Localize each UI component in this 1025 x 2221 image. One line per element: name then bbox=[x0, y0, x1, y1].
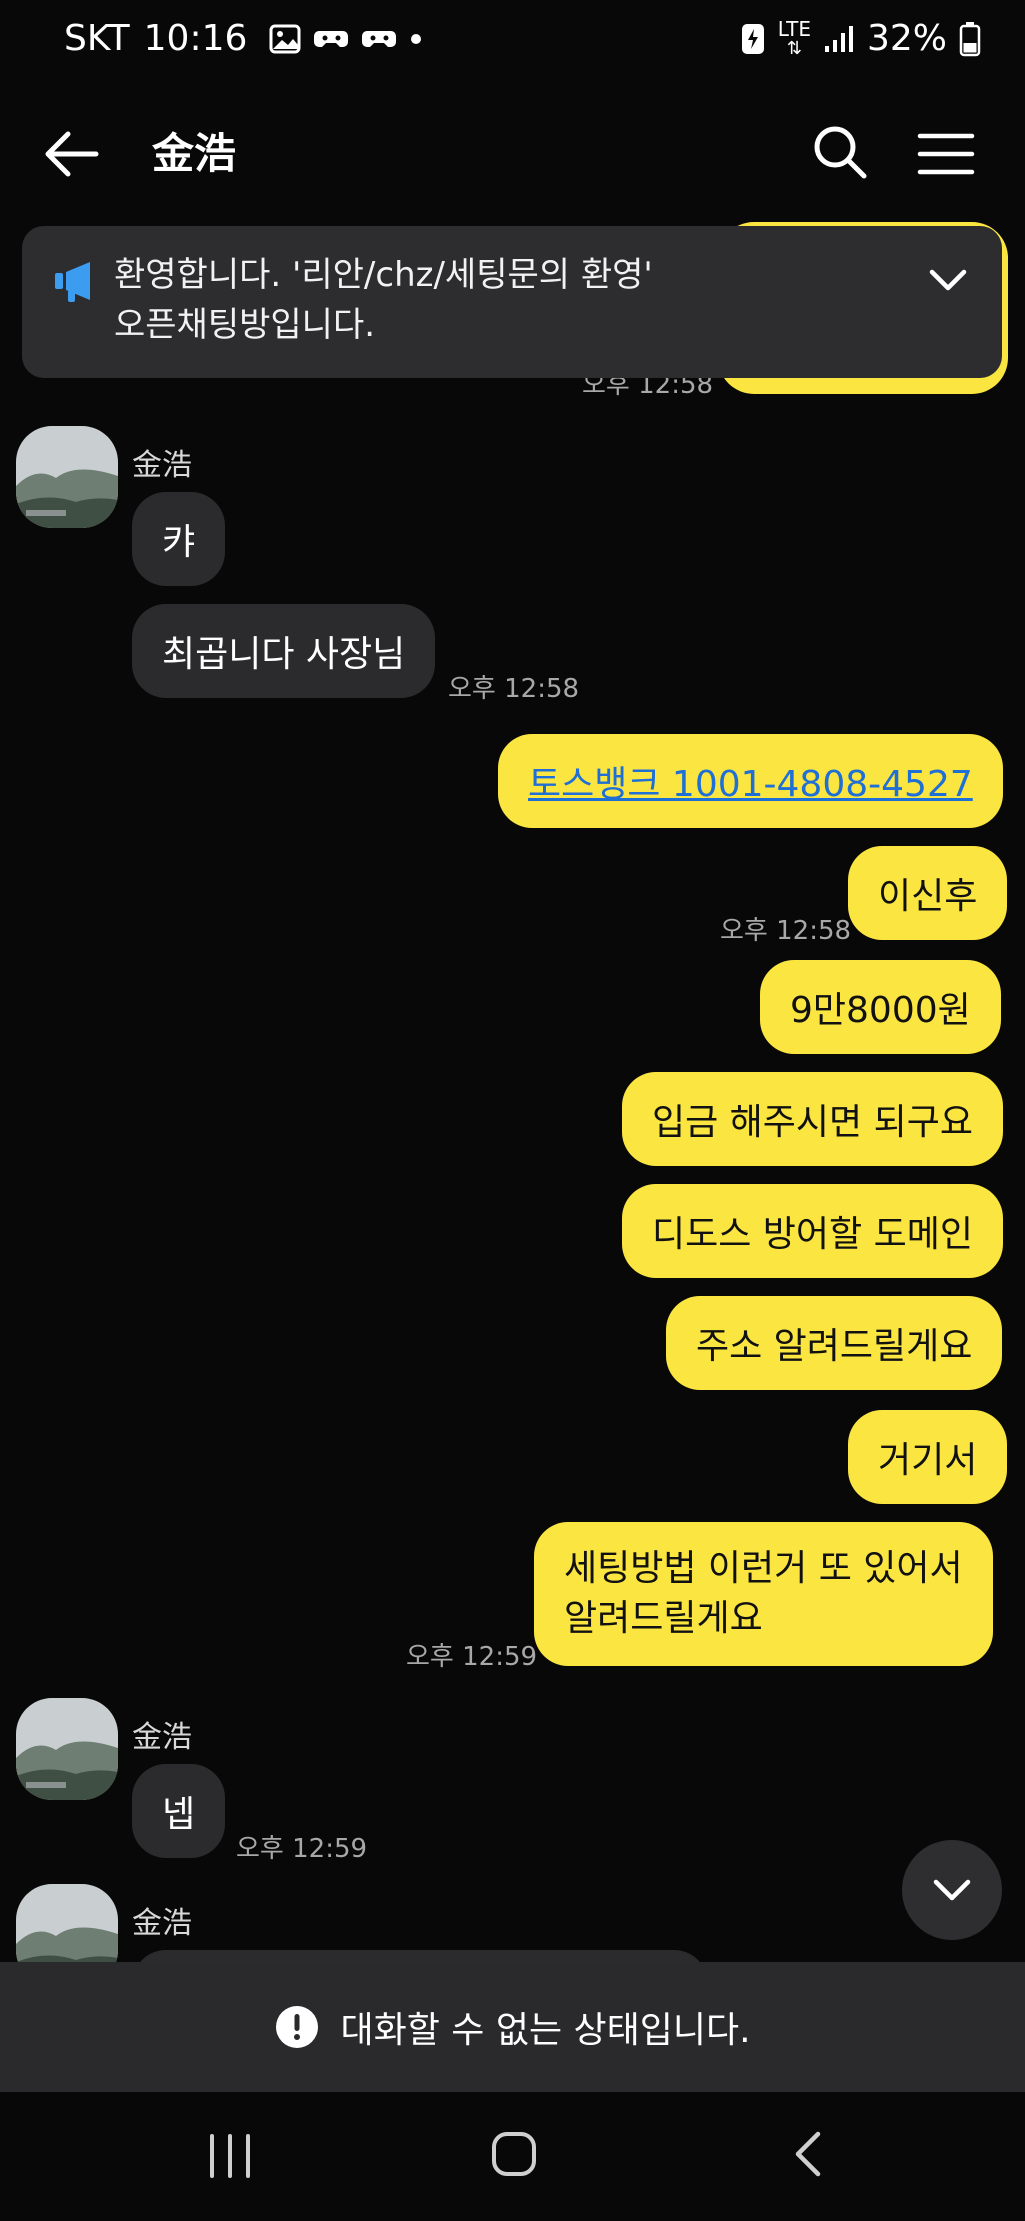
message-time: 오후 12:58 bbox=[448, 674, 580, 704]
message-lines: 세팅방법 이런거 또 있어서 알려드릴게요 bbox=[564, 1544, 963, 1644]
avatar[interactable] bbox=[16, 426, 118, 528]
avatar-mountain-image bbox=[16, 1884, 118, 1962]
home-icon bbox=[492, 2132, 536, 2176]
outgoing-message-multiline[interactable]: 세팅방법 이런거 또 있어서 알려드릴게요 bbox=[534, 1522, 993, 1666]
sender-name: 金浩 bbox=[132, 448, 192, 483]
chevron-down-icon bbox=[933, 1879, 971, 1901]
system-back-button[interactable] bbox=[780, 2124, 840, 2184]
outgoing-message[interactable]: 거기서 bbox=[848, 1410, 1008, 1504]
announcement-line: 오픈채팅방입니다. bbox=[114, 305, 376, 345]
incoming-message[interactable]: 캬 bbox=[132, 492, 226, 586]
home-button[interactable] bbox=[484, 2124, 544, 2184]
outgoing-message-link[interactable]: 토스뱅크 1001-4808-4527 bbox=[498, 734, 1003, 828]
account-number-link[interactable]: 토스뱅크 1001-4808-4527 bbox=[528, 755, 973, 807]
message-time: 오후 12:59 bbox=[236, 1834, 368, 1864]
message-line: 세팅방법 이런거 또 있어서 bbox=[564, 1548, 963, 1589]
avatar[interactable] bbox=[16, 1884, 118, 1962]
avatar-mountain-image bbox=[16, 426, 118, 528]
back-chevron-icon bbox=[795, 2131, 821, 2177]
outgoing-message[interactable]: 이신후 bbox=[848, 846, 1008, 940]
announcement-banner[interactable]: 환영합니다. '리안/chz/세팅문의 환영' 오픈채팅방입니다. bbox=[22, 226, 1002, 378]
incoming-message[interactable]: 최곱니다 사장님 bbox=[132, 604, 436, 698]
avatar-mountain-image bbox=[16, 1698, 118, 1800]
sender-name: 金浩 bbox=[132, 1720, 192, 1755]
outgoing-message[interactable]: 디도스 방어할 도메인 bbox=[622, 1184, 1003, 1278]
message-line: 알려드릴게요 bbox=[564, 1598, 763, 1639]
exclamation-icon bbox=[276, 2006, 319, 2048]
scroll-to-bottom-button[interactable] bbox=[902, 1840, 1002, 1940]
incoming-message-partial[interactable] bbox=[132, 1950, 708, 1962]
outgoing-message[interactable]: 9만8000원 bbox=[760, 960, 1001, 1054]
system-navigation-bar bbox=[0, 2092, 1025, 2221]
announcement-text: 환영합니다. '리안/chz/세팅문의 환영' 오픈채팅방입니다. bbox=[114, 250, 653, 350]
announcement-expand-button[interactable] bbox=[918, 250, 978, 310]
recent-apps-button[interactable] bbox=[200, 2128, 260, 2184]
message-time: 오후 12:58 bbox=[720, 916, 852, 946]
outgoing-message[interactable]: 입금 해주시면 되구요 bbox=[622, 1072, 1003, 1166]
outgoing-message[interactable]: 주소 알려드릴게요 bbox=[666, 1296, 1003, 1390]
avatar[interactable] bbox=[16, 1698, 118, 1800]
announcement-line: 환영합니다. '리안/chz/세팅문의 환영' bbox=[114, 255, 653, 295]
chat-disabled-text: 대화할 수 없는 상태입니다. bbox=[340, 2010, 751, 2051]
chat-disabled-banner: 대화할 수 없는 상태입니다. bbox=[0, 1962, 1025, 2092]
megaphone-icon bbox=[55, 262, 90, 302]
incoming-message[interactable]: 넵 bbox=[132, 1764, 226, 1858]
message-time: 오후 12:59 bbox=[406, 1642, 538, 1672]
chevron-down-icon bbox=[929, 269, 967, 291]
recent-apps-icon bbox=[210, 2134, 250, 2178]
sender-name: 金浩 bbox=[132, 1906, 192, 1941]
